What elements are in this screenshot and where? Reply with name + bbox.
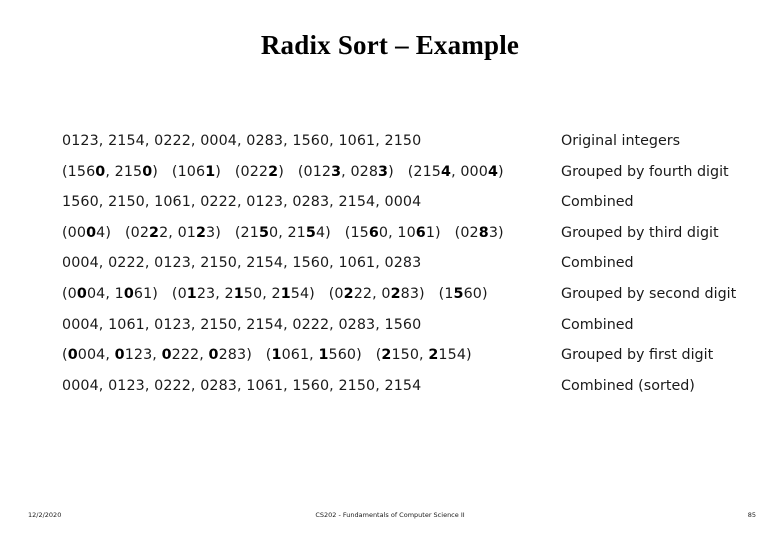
footer-page-number: 85 (747, 511, 756, 519)
step-row: (0004, 1061) (0123, 2150, 2154) (0222, 0… (62, 285, 736, 317)
step-sequence: (0004, 1061) (0123, 2150, 2154) (0222, 0… (62, 285, 488, 302)
page-title: Radix Sort – Example (260, 30, 520, 60)
slide: Radix Sort – Example 0123, 2154, 0222, 0… (0, 0, 780, 540)
step-row: (1560, 2150) (1061) (0222) (0123, 0283) … (62, 163, 729, 195)
step-row: 0123, 2154, 0222, 0004, 0283, 1560, 1061… (62, 133, 722, 164)
footer-course: CS202 - Fundamentals of Computer Science… (315, 511, 465, 519)
step-sequence: 0004, 1061, 0123, 2150, 2154, 0222, 0283… (62, 316, 422, 333)
step-label: Original integers (561, 133, 681, 149)
step-row: 0004, 1061, 0123, 2150, 2154, 0222, 0283… (62, 317, 722, 348)
step-row: (0004, 0123, 0222, 0283) (1061, 1560) (2… (62, 347, 722, 378)
step-sequence: (0004, 0123, 0222, 0283) (1061, 1560) (2… (62, 347, 472, 364)
radix-sort-steps-list: 0123, 2154, 0222, 0004, 0283, 1560, 1061… (62, 133, 736, 409)
step-row: 0004, 0123, 0222, 0283, 1061, 1560, 2150… (62, 378, 722, 409)
step-label: Combined (sorted) (561, 377, 695, 394)
step-label: Combined (561, 316, 634, 333)
step-sequence: 0123, 2154, 0222, 0004, 0283, 1560, 1061… (62, 133, 422, 149)
step-sequence: 0004, 0123, 0222, 0283, 1061, 1560, 2150… (62, 377, 422, 394)
step-row: 0004, 0222, 0123, 2150, 2154, 1560, 1061… (62, 255, 722, 286)
step-label: Combined (561, 194, 634, 211)
step-sequence: (1560, 2150) (1061) (0222) (0123, 0283) … (62, 163, 504, 180)
step-row: (0004) (0222, 0123) (2150, 2154) (1560, … (62, 225, 722, 256)
step-row: 1560, 2150, 1061, 0222, 0123, 0283, 2154… (62, 194, 722, 225)
step-sequence: 1560, 2150, 1061, 0222, 0123, 0283, 2154… (62, 194, 422, 211)
step-sequence: (0004) (0222, 0123) (2150, 2154) (1560, … (62, 224, 504, 241)
step-label: Grouped by third digit (561, 224, 719, 241)
step-label: Grouped by fourth digit (561, 163, 729, 180)
step-label: Grouped by first digit (561, 347, 714, 364)
step-sequence: 0004, 0222, 0123, 2150, 2154, 1560, 1061… (62, 255, 422, 272)
step-label: Grouped by second digit (561, 285, 737, 302)
step-label: Combined (561, 255, 634, 272)
